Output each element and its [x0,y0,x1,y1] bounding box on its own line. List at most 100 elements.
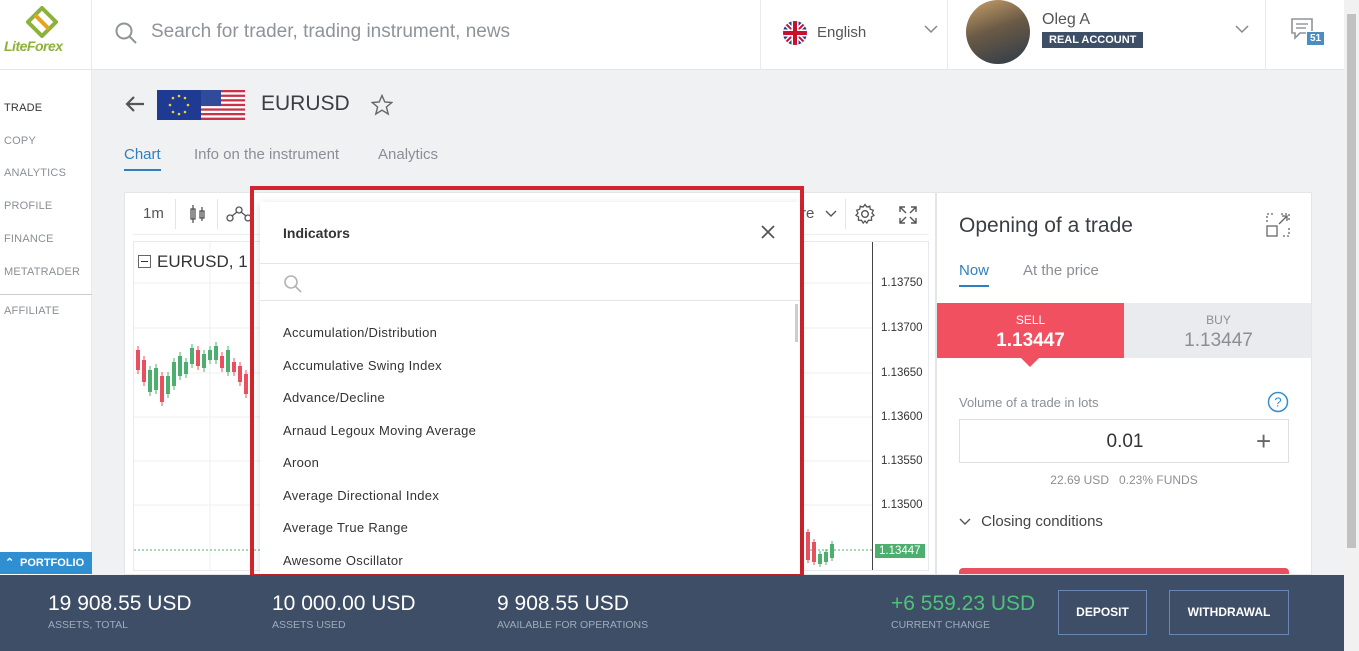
scrollbar-thumb[interactable] [1347,14,1356,548]
sidebar-divider [0,294,92,295]
candle-body [202,354,206,368]
candle-body [178,356,182,376]
candle-body [172,362,176,386]
sidebar-item-trade[interactable]: TRADE [4,102,42,114]
sell-label: SELL [1015,313,1046,327]
candle-body [238,366,242,382]
indicator-item[interactable]: Awesome Oscillator [283,553,403,568]
price-tick: 1.13750 [881,277,923,289]
candle-body [196,350,200,366]
indicator-item[interactable]: Accumulative Swing Index [283,358,442,373]
search-icon [284,275,302,293]
candle-body [154,368,158,390]
tab-analytics[interactable]: Analytics [378,146,438,169]
volume-funds: 0.23% FUNDS [1119,473,1198,487]
indicator-item[interactable]: Arnaud Legoux Moving Average [283,423,476,438]
expand-panel-icon[interactable] [1266,213,1290,237]
candle-body [208,350,212,360]
price-scale: 1.13750 1.13700 1.13650 1.13600 1.13550 … [872,242,928,570]
sidebar: TRADE COPY ANALYTICS PROFILE FINANCE MET… [0,70,92,575]
candle-body [160,376,164,402]
collapse-legend-icon[interactable] [138,255,151,268]
candles-icon[interactable] [189,204,207,224]
open-trade-button[interactable] [959,568,1289,574]
volume-value[interactable]: 0.01 [960,431,1290,453]
volume-input[interactable]: 0.01 + [959,419,1289,463]
price-tick: 1.13650 [881,367,923,379]
deposit-button[interactable]: DEPOSIT [1058,590,1147,635]
sidebar-item-finance[interactable]: FINANCE [4,233,54,245]
help-icon[interactable]: ? [1267,391,1289,413]
candle-body [244,374,248,394]
close-icon[interactable] [760,224,776,240]
indicator-item[interactable]: Aroon [283,455,319,470]
assets-used-label: ASSETS USED [272,619,346,631]
language-selector[interactable]: English [760,0,948,70]
sidebar-item-metatrader[interactable]: METATRADER [4,266,80,278]
toolbar-divider [845,199,846,229]
svg-text:?: ? [1274,395,1281,410]
search-bar[interactable]: Search for trader, trading instrument, n… [92,0,760,70]
account-summary-bar: 19 908.55 USD ASSETS, TOTAL 10 000.00 US… [0,575,1344,651]
candle-body [806,532,810,560]
candle-body [226,350,230,372]
search-input[interactable]: Search for trader, trading instrument, n… [151,21,510,43]
timeframe-button[interactable]: 1m [143,205,164,222]
tab-now[interactable]: Now [959,262,990,287]
candle-body [818,554,822,564]
search-icon [115,22,137,44]
price-tick: 1.13500 [881,499,923,511]
closing-conditions-toggle[interactable]: Closing conditions [959,513,1103,530]
portfolio-button[interactable]: ⌃ PORTFOLIO [0,552,92,574]
settings-gear-icon[interactable] [854,203,876,225]
favorite-star-icon[interactable] [371,94,393,116]
withdrawal-button[interactable]: WITHDRAWAL [1169,590,1289,635]
indicator-item[interactable]: Average True Range [283,520,408,535]
price-tick: 1.13700 [881,322,923,334]
assets-total-value: 19 908.55 USD [48,592,192,615]
fullscreen-icon[interactable] [898,205,918,225]
indicators-icon[interactable] [226,205,252,223]
candle-body [148,370,152,392]
messages-button[interactable]: 51 [1290,17,1330,51]
chart-type-dropdown[interactable]: re [801,205,837,222]
sidebar-item-affiliate[interactable]: AFFILIATE [4,305,59,317]
price-tick: 1.13550 [881,455,923,467]
language-label: English [817,24,867,41]
indicators-dialog: Indicators Accumulation/Distribution Acc… [260,202,800,574]
back-arrow-icon[interactable] [124,94,146,114]
user-menu[interactable]: Oleg A REAL ACCOUNT [948,0,1266,70]
sidebar-item-copy[interactable]: COPY [4,135,36,147]
tab-chart[interactable]: Chart [124,146,161,171]
tab-at-the-price[interactable]: At the price [1023,262,1099,285]
sidebar-item-analytics[interactable]: ANALYTICS [4,167,66,179]
tab-info[interactable]: Info on the instrument [194,146,339,169]
indicator-item[interactable]: Accumulation/Distribution [283,325,437,340]
account-type-badge: REAL ACCOUNT [1042,32,1144,48]
candle-body [830,544,834,558]
logo[interactable]: LiteForex [0,0,92,70]
trade-panel-title: Opening of a trade [959,214,1133,237]
chart-legend-label: EURUSD, 1 [157,252,248,271]
volume-label: Volume of a trade in lots [959,395,1099,410]
volume-info: 22.69 USD 0.23% FUNDS [959,473,1289,487]
indicator-item[interactable]: Advance/Decline [283,390,385,405]
indicators-scrollbar[interactable] [795,304,798,342]
closing-conditions-label: Closing conditions [981,513,1103,530]
buy-button[interactable]: BUY 1.13447 [1124,303,1311,358]
indicator-item[interactable]: Average Directional Index [283,488,439,503]
toolbar-divider [217,199,218,229]
avatar [966,0,1030,64]
indicators-search-input[interactable] [260,263,800,301]
available-label: AVAILABLE FOR OPERATIONS [497,619,649,631]
candle-body [184,362,188,374]
sidebar-item-profile[interactable]: PROFILE [4,200,52,212]
sell-button[interactable]: SELL 1.13447 [937,303,1124,367]
chevron-down-icon [924,25,938,34]
portfolio-label: PORTFOLIO [20,557,85,569]
top-bar: LiteForex Search for trader, trading ins… [0,0,1344,70]
page-scrollbar[interactable] [1344,0,1359,651]
increase-volume-button[interactable]: + [1256,426,1271,457]
logo-text: LiteForex [4,38,63,54]
chevron-down-icon [1235,25,1249,34]
